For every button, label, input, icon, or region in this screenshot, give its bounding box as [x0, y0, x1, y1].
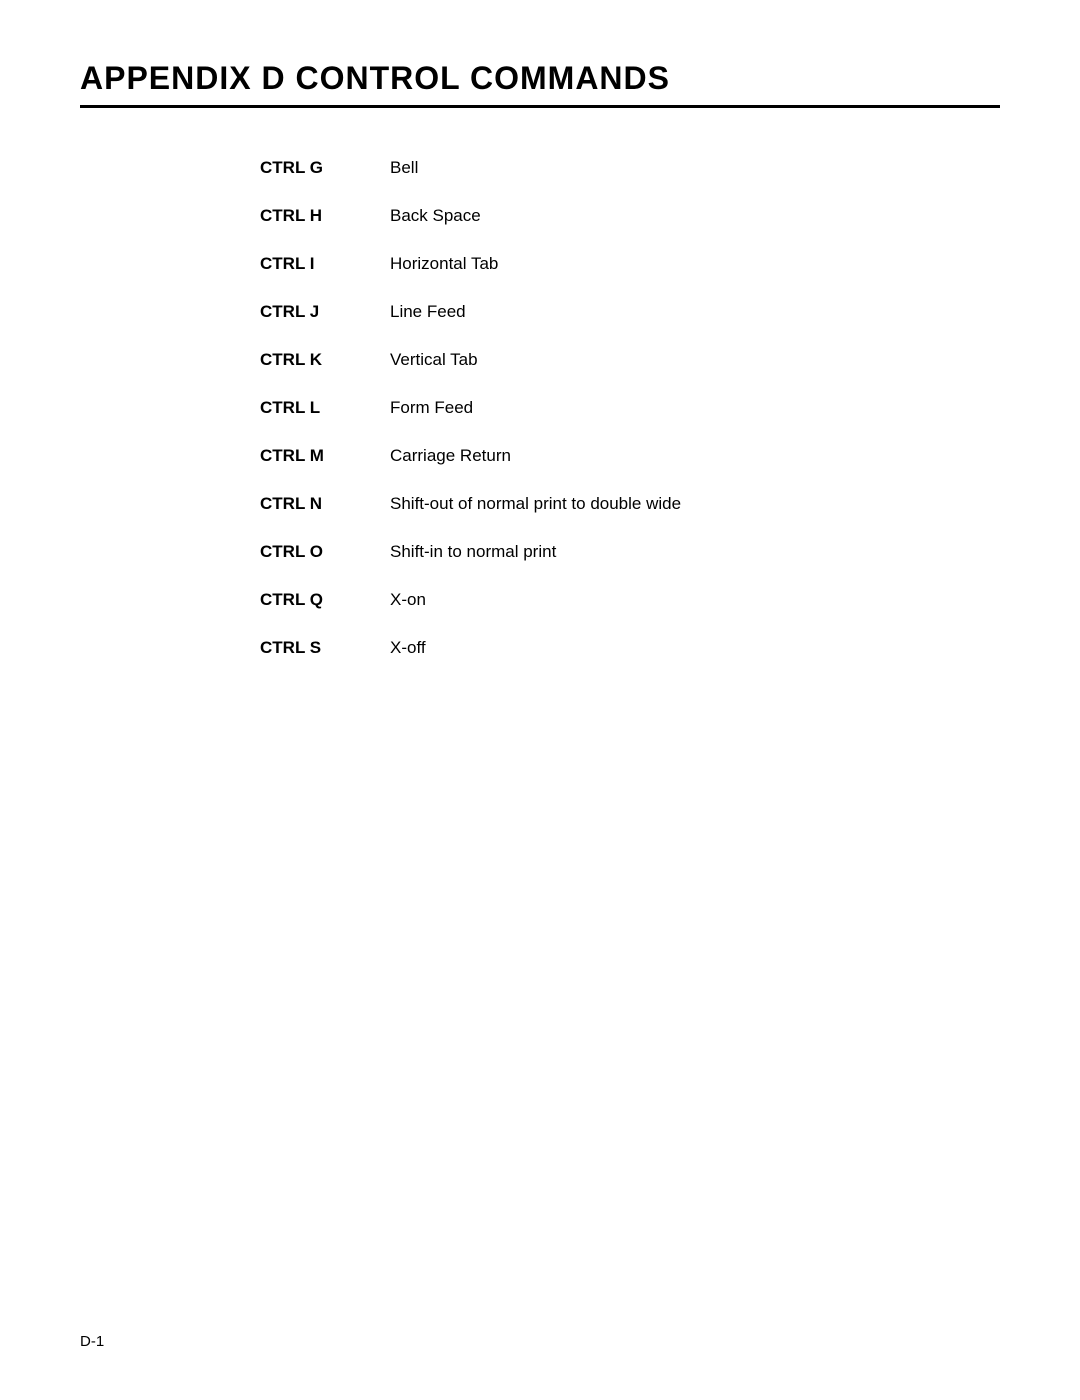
command-row: CTRL SX-off	[260, 638, 1000, 658]
command-row: CTRL NShift-out of normal print to doubl…	[260, 494, 1000, 514]
command-key: CTRL O	[260, 542, 390, 562]
commands-table: CTRL GBell CTRL HBack Space CTRL IHorizont…	[260, 158, 1000, 658]
command-key: CTRL K	[260, 350, 390, 370]
command-description: Form Feed	[390, 398, 473, 418]
command-description: Line Feed	[390, 302, 466, 322]
command-row: CTRL OShift-in to normal print	[260, 542, 1000, 562]
page-title: APPENDIX D CONTROL COMMANDS	[80, 60, 1000, 97]
command-description: X-on	[390, 590, 426, 610]
command-key: CTRL I	[260, 254, 390, 274]
command-row: CTRL HBack Space	[260, 206, 1000, 226]
command-key: CTRL L	[260, 398, 390, 418]
command-description: X-off	[390, 638, 426, 658]
command-description: Back Space	[390, 206, 481, 226]
command-row: CTRL KVertical Tab	[260, 350, 1000, 370]
command-key: CTRL S	[260, 638, 390, 658]
command-description: Vertical Tab	[390, 350, 478, 370]
command-row: CTRL QX-on	[260, 590, 1000, 610]
command-key: CTRL G	[260, 158, 390, 178]
page-footer: D-1	[80, 1333, 104, 1350]
command-description: Shift-out of normal print to double wide	[390, 494, 681, 514]
command-key: CTRL M	[260, 446, 390, 466]
command-key: CTRL J	[260, 302, 390, 322]
command-row: CTRL MCarriage Return	[260, 446, 1000, 466]
command-row: CTRL LForm Feed	[260, 398, 1000, 418]
command-row: CTRL JLine Feed	[260, 302, 1000, 322]
command-description: Bell	[390, 158, 418, 178]
command-description: Carriage Return	[390, 446, 511, 466]
page: APPENDIX D CONTROL COMMANDS CTRL GBellCT…	[0, 0, 1080, 1400]
command-key: CTRL H	[260, 206, 390, 226]
command-key: CTRL N	[260, 494, 390, 514]
command-key: CTRL Q	[260, 590, 390, 610]
command-row: CTRL GBell	[260, 158, 1000, 178]
command-description: Horizontal Tab	[390, 254, 498, 274]
command-row: CTRL IHorizontal Tab	[260, 254, 1000, 274]
title-section: APPENDIX D CONTROL COMMANDS	[80, 60, 1000, 108]
command-description: Shift-in to normal print	[390, 542, 556, 562]
